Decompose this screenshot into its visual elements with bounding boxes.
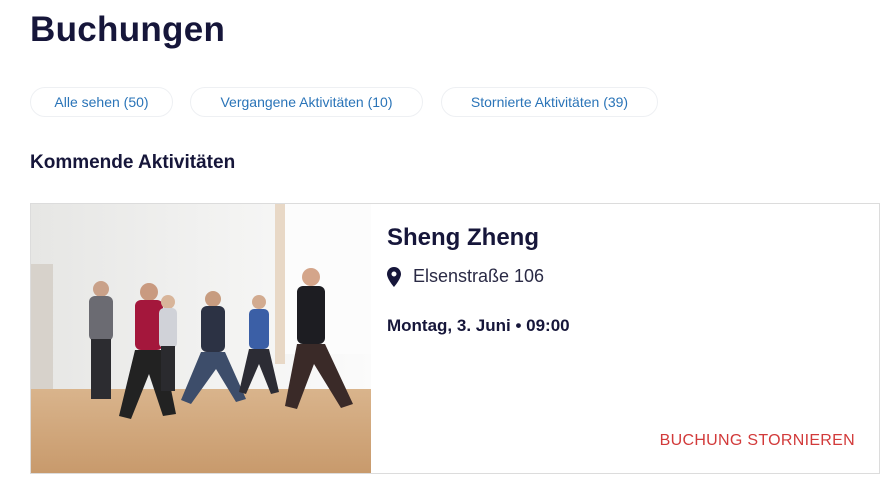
page-title: Buchungen [30, 10, 226, 49]
address-text: Elsenstraße 106 [413, 266, 545, 286]
section-title: Kommende Aktivitäten [30, 152, 236, 173]
activity-datetime: Montag, 3. Juni • 09:00 [387, 316, 570, 335]
activity-name: Sheng Zheng [387, 224, 539, 251]
filter-cancelled[interactable]: Stornierte Aktivitäten (39) [441, 87, 658, 117]
filter-all[interactable]: Alle sehen (50) [30, 87, 173, 117]
filter-past[interactable]: Vergangene Aktivitäten (10) [190, 87, 423, 117]
cancel-booking-button[interactable]: BUCHUNG STORNIEREN [660, 432, 855, 450]
activity-image [31, 204, 371, 473]
activity-location: Elsenstraße 106 [387, 266, 544, 287]
map-pin-icon [387, 266, 401, 287]
booking-card: Sheng Zheng Elsenstraße 106 Montag, 3. J… [30, 203, 880, 474]
